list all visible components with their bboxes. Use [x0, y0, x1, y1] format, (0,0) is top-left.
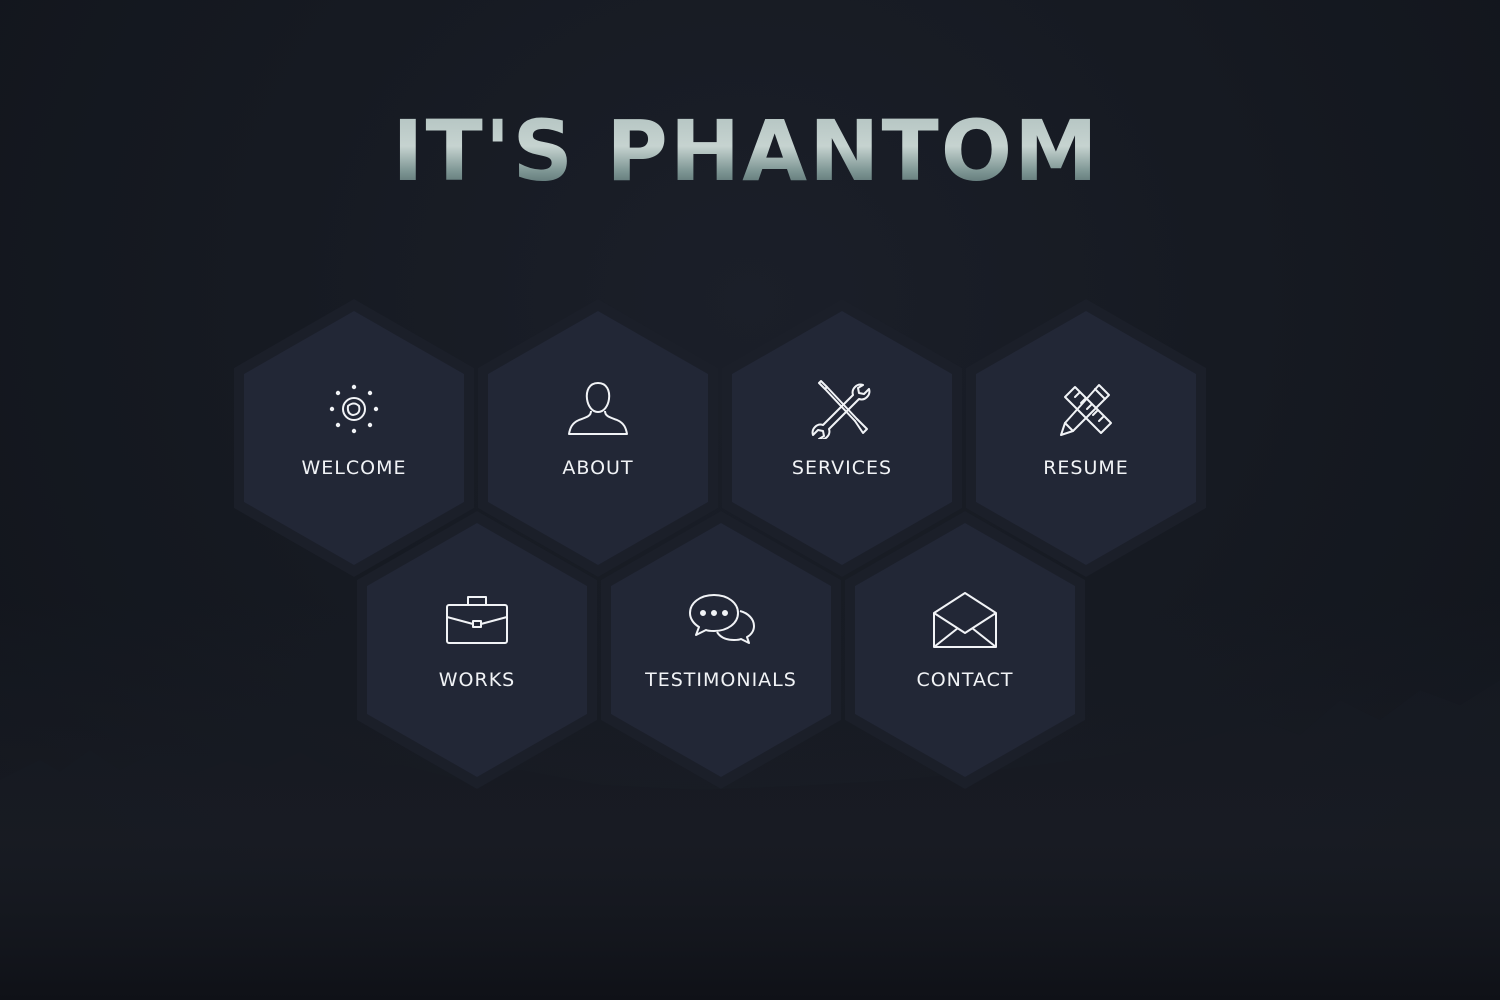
nav-item-label: SERVICES	[791, 457, 893, 479]
nav-item-contact[interactable]: CONTACT	[843, 509, 1087, 791]
nav-item-label: WELCOME	[301, 457, 407, 479]
pencil-ruler-icon	[1051, 379, 1121, 439]
nav-item-label: TESTIMONIALS	[645, 669, 797, 691]
nav-item-label: CONTACT	[916, 669, 1014, 691]
nav-item-label: RESUME	[1043, 457, 1129, 479]
tools-icon	[807, 379, 877, 439]
nav-item-label: ABOUT	[562, 457, 634, 479]
envelope-icon	[930, 591, 1000, 651]
chat-bubbles-icon	[686, 591, 756, 651]
page-background: IT'S PHANTOM WELCOME ABOUT SERVICES RESU…	[0, 0, 1500, 1000]
user-icon	[563, 379, 633, 439]
nav-item-testimonials[interactable]: TESTIMONIALS	[599, 509, 843, 791]
nav-item-works[interactable]: WORKS	[355, 509, 599, 791]
nav-item-label: WORKS	[438, 669, 516, 691]
hex-navigation: WELCOME ABOUT SERVICES RESUME WORKS TEST…	[0, 0, 1500, 1000]
briefcase-icon	[442, 591, 512, 651]
compass-icon	[319, 379, 389, 439]
